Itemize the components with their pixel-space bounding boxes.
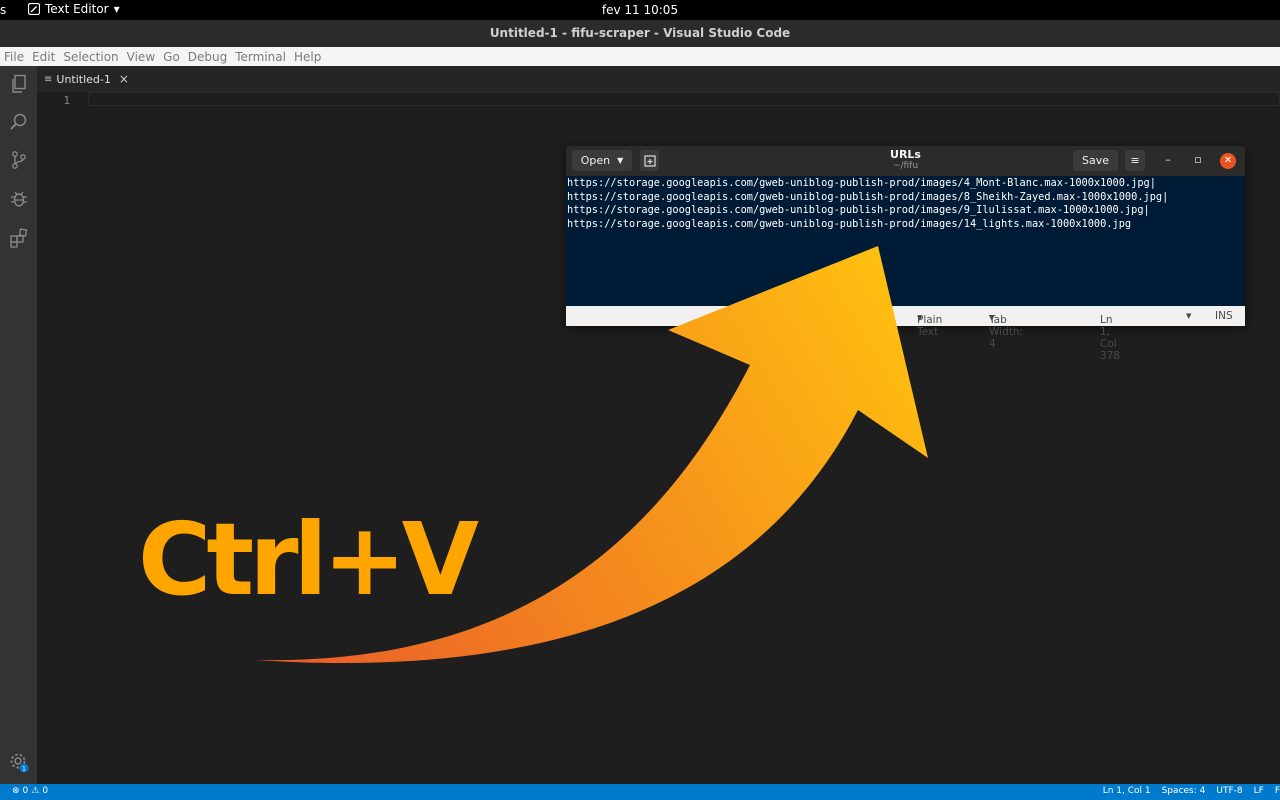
warning-icon: ⚠ (31, 786, 40, 796)
maximize-icon[interactable]: ▫ (1190, 152, 1206, 168)
tab-untitled-1[interactable]: ≡ Untitled-1 × (44, 66, 129, 92)
menu-terminal[interactable]: Terminal (231, 50, 290, 64)
warning-count: 0 (42, 786, 49, 796)
cursor-position[interactable]: Ln 1, Col 1 (1103, 786, 1151, 796)
menu-go[interactable]: Go (159, 50, 184, 64)
menu-edit[interactable]: Edit (28, 50, 59, 64)
settings-badge: 1 (21, 764, 25, 772)
language-mode[interactable]: F (1275, 786, 1280, 796)
save-label: Save (1081, 154, 1109, 167)
chevron-down-icon: ▼ (917, 314, 923, 322)
error-count: 0 (22, 786, 29, 796)
text-line: https://storage.googleapis.com/gweb-unib… (567, 217, 1132, 230)
menu-bar: File Edit Selection View Go Debug Termin… (0, 47, 1280, 66)
save-button[interactable]: Save (1073, 150, 1118, 171)
menu-icon: ≡ (1130, 154, 1140, 167)
tab-label: Untitled-1 (56, 72, 111, 86)
close-icon[interactable]: × (119, 72, 129, 86)
problems-indicator[interactable]: ⊗ 0 ⚠ 0 (12, 786, 48, 796)
gedit-status-bar: Plain Text ▼ Tab Width: 4 ▼ Ln 1, Col 37… (566, 306, 1245, 362)
settings-gear-icon[interactable]: 1 (0, 747, 37, 777)
gedit-window: Open ▼ URLs ~/fifu Save ≡ – ▫ ✕ https://… (566, 146, 1245, 362)
source-control-icon[interactable] (0, 145, 37, 175)
chevron-down-icon: ▼ (989, 314, 995, 322)
hamburger-menu-button[interactable]: ≡ (1125, 150, 1145, 171)
status-bar: ⊗ 0 ⚠ 0 Ln 1, Col 1 Spaces: 4 UTF-8 LF F (0, 784, 1280, 800)
text-line: https://storage.googleapis.com/gweb-unib… (567, 204, 1150, 217)
gedit-headerbar: Open ▼ URLs ~/fifu Save ≡ – ▫ ✕ (566, 146, 1245, 176)
error-icon: ⊗ (12, 786, 20, 796)
shortcut-label: Ctrl+V (138, 501, 479, 618)
activity-bar: 1 (0, 66, 37, 784)
indentation[interactable]: Spaces: 4 (1162, 786, 1206, 796)
current-line-highlight (88, 92, 1280, 106)
insert-mode[interactable]: INS (1215, 310, 1233, 322)
menu-view[interactable]: View (123, 50, 159, 64)
encoding[interactable]: UTF-8 (1216, 786, 1242, 796)
menu-file[interactable]: File (0, 50, 28, 64)
clock[interactable]: fev 11 10:05 (0, 3, 1280, 17)
text-line: https://storage.googleapis.com/gweb-unib… (567, 177, 1156, 189)
files-icon[interactable] (0, 69, 37, 99)
chevron-down-icon[interactable]: ▼ (1186, 312, 1191, 320)
search-icon[interactable] (0, 107, 37, 137)
close-window-icon[interactable]: ✕ (1220, 153, 1236, 169)
debug-icon[interactable] (0, 184, 37, 214)
end-of-line[interactable]: LF (1254, 786, 1264, 796)
extensions-icon[interactable] (0, 223, 37, 253)
menu-help[interactable]: Help (290, 50, 325, 64)
file-lines-icon: ≡ (44, 73, 53, 85)
tab-bar: ≡ Untitled-1 × (37, 66, 1280, 92)
minimize-icon[interactable]: – (1160, 152, 1176, 168)
text-line: https://storage.googleapis.com/gweb-unib… (567, 190, 1169, 203)
line-number: 1 (63, 94, 70, 107)
menu-debug[interactable]: Debug (184, 50, 231, 64)
window-title: Untitled-1 - fifu-scraper - Visual Studi… (0, 20, 1280, 47)
system-top-bar: s Text Editor ▾ fev 11 10:05 (0, 0, 1280, 20)
menu-selection[interactable]: Selection (59, 50, 122, 64)
gedit-text-area[interactable]: https://storage.googleapis.com/gweb-unib… (566, 176, 1245, 306)
